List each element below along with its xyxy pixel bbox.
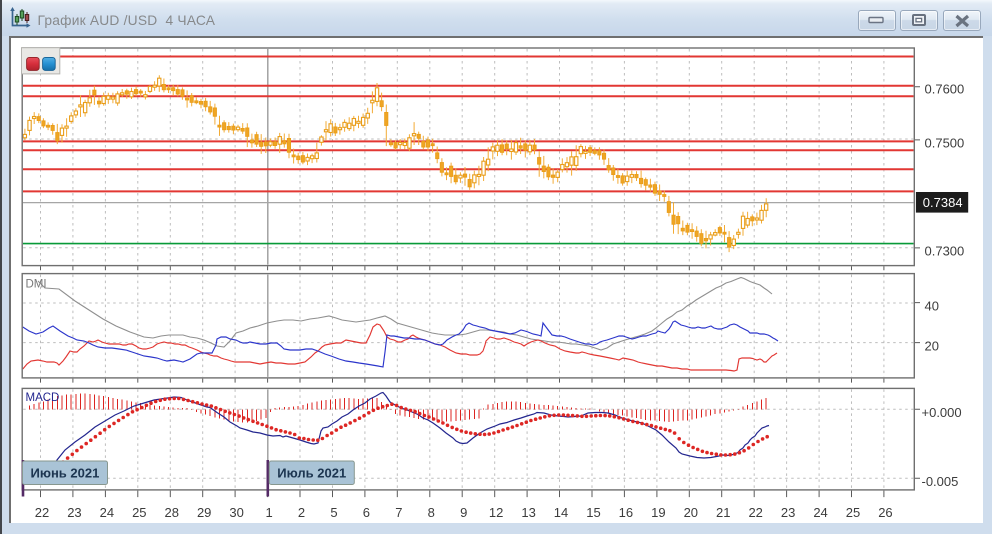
svg-text:16: 16 xyxy=(619,505,633,520)
svg-text:26: 26 xyxy=(878,505,892,520)
svg-text:8: 8 xyxy=(428,505,435,520)
svg-text:23: 23 xyxy=(781,505,795,520)
svg-text:9: 9 xyxy=(460,505,467,520)
svg-text:19: 19 xyxy=(651,505,665,520)
svg-text:24: 24 xyxy=(813,505,827,520)
svg-text:28: 28 xyxy=(165,505,179,520)
svg-text:MACD: MACD xyxy=(26,392,60,404)
svg-text:Июль 2021: Июль 2021 xyxy=(277,466,346,481)
svg-text:DMI: DMI xyxy=(26,279,47,291)
svg-text:23: 23 xyxy=(67,505,81,520)
svg-text:29: 29 xyxy=(197,505,211,520)
svg-text:0.7600: 0.7600 xyxy=(925,82,965,97)
svg-text:30: 30 xyxy=(229,505,243,520)
svg-text:0.7300: 0.7300 xyxy=(925,243,965,258)
svg-text:-0.005: -0.005 xyxy=(922,474,959,489)
svg-text:13: 13 xyxy=(521,505,535,520)
svg-text:25: 25 xyxy=(846,505,860,520)
svg-text:0.7500: 0.7500 xyxy=(925,136,965,151)
svg-text:20: 20 xyxy=(684,505,698,520)
svg-text:2: 2 xyxy=(298,505,305,520)
svg-text:+0.000: +0.000 xyxy=(922,405,962,420)
svg-text:5: 5 xyxy=(330,505,337,520)
svg-text:20: 20 xyxy=(925,338,939,353)
svg-text:6: 6 xyxy=(363,505,370,520)
svg-text:14: 14 xyxy=(554,505,568,520)
svg-text:22: 22 xyxy=(35,505,49,520)
svg-text:15: 15 xyxy=(586,505,600,520)
svg-text:40: 40 xyxy=(925,298,939,313)
svg-text:12: 12 xyxy=(489,505,503,520)
svg-text:Июнь 2021: Июнь 2021 xyxy=(31,466,100,481)
svg-text:1: 1 xyxy=(265,505,272,520)
svg-text:0.7384: 0.7384 xyxy=(923,195,963,210)
svg-text:7: 7 xyxy=(395,505,402,520)
svg-text:21: 21 xyxy=(716,505,730,520)
svg-text:24: 24 xyxy=(100,505,114,520)
svg-text:22: 22 xyxy=(748,505,762,520)
svg-text:25: 25 xyxy=(132,505,146,520)
